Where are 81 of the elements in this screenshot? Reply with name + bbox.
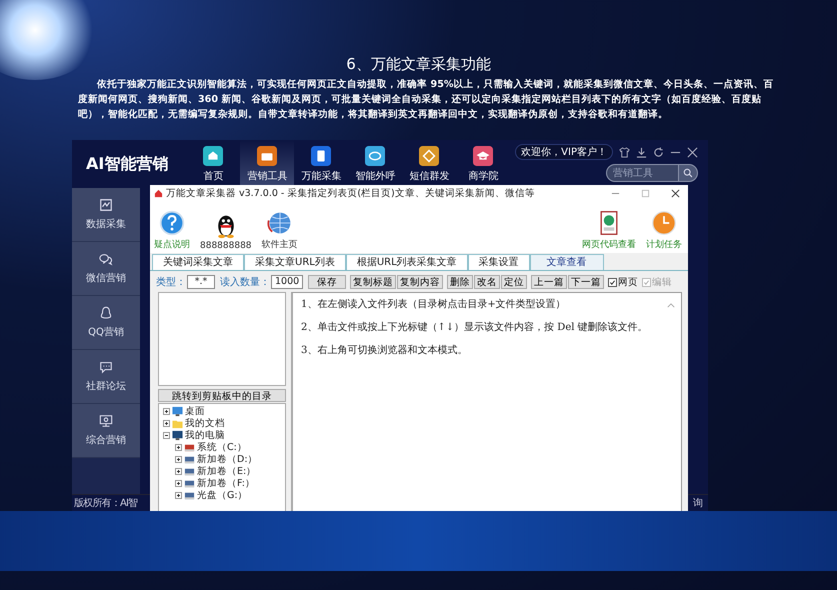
footer-text: 询 <box>692 497 702 510</box>
tree-item[interactable]: 新加卷（F:） <box>163 477 285 489</box>
toolbar-button[interactable]: 软件主页 <box>262 210 298 251</box>
tab[interactable]: 采集文章URL列表 <box>244 254 346 270</box>
expand-toggle[interactable] <box>163 432 170 438</box>
toolbar-button[interactable]: 改名 <box>474 275 500 289</box>
tree-item[interactable]: 光盘（G:） <box>163 489 285 501</box>
sidebar-icon <box>99 306 113 320</box>
expand-toggle[interactable] <box>175 480 182 486</box>
toolbar-button[interactable]: 上一篇 <box>531 275 568 289</box>
toolbar-button[interactable]: 疑点说明 <box>154 210 190 251</box>
sidebar-item[interactable]: 数据采集 <box>72 188 140 242</box>
sidebar-icon <box>99 360 113 374</box>
monitor-icon <box>172 406 183 416</box>
toolbar-button[interactable]: 复制内容 <box>397 275 444 289</box>
jump-button[interactable]: 跳转到剪贴板中的目录 <box>158 389 286 402</box>
toolbar-button[interactable]: 网页代码查看 <box>582 210 636 251</box>
sidebar-item[interactable]: 微信营销 <box>72 242 140 296</box>
expand-toggle[interactable] <box>175 456 182 462</box>
toolbar-button[interactable]: 定位 <box>501 275 528 289</box>
nav-tab[interactable]: 智能外呼 <box>348 140 402 188</box>
intro-paragraph: 依托于独家万能正文识别智能算法，可实现任何网页正文自动提取，准确率 95%以上，只需输入关键词，就能采集到微信文章、今日头条、一点资讯、百度新闻何网页、搜狗新闻、360 新闻、谷歌新闻及网页，可批量关键词全自动采集，还可以定向采集指定网站栏目列表下的所有文字（如百度经验、百度贴吧），智能化匹配，无需编写复杂规则。自带文章转译功能，将其翻译到英文再翻译回中文，实现翻译伪原创，支持谷歌和有道翻译。 <box>78 78 774 122</box>
tab[interactable]: 采集设置 <box>468 254 530 270</box>
toolbar-button[interactable]: 计划任务 <box>646 210 682 251</box>
tree-item[interactable]: 我的电脑 <box>163 429 285 441</box>
clock-icon <box>651 210 677 236</box>
expand-toggle[interactable] <box>175 444 182 450</box>
type-field[interactable]: *.* <box>187 275 215 289</box>
tree-item[interactable]: 新加卷（D:） <box>163 453 285 465</box>
globe-icon <box>266 210 293 236</box>
instruction-text: 2、单击文件或按上下光标键（↑↓）显示该文件内容，按 Del 键删除该文件。 <box>301 320 649 334</box>
help-icon <box>159 210 185 236</box>
expand-toggle[interactable] <box>175 468 182 474</box>
sidebar-item[interactable]: QQ营销 <box>72 296 140 350</box>
expand-toggle[interactable] <box>163 420 170 426</box>
expand-toggle[interactable] <box>175 492 182 498</box>
instruction-text: 1、在左侧读入文件列表（目录树点击目录+文件类型设置） <box>301 298 567 311</box>
copyright-text: 版权所有：AI智 <box>74 496 138 510</box>
tab[interactable]: 根据URL列表采集文章 <box>346 254 468 270</box>
sidebar-icon <box>99 252 113 266</box>
app-logo: AI智能营销 <box>86 154 168 174</box>
greeting-badge: 欢迎你，VIP客户！ <box>515 144 613 160</box>
tree-item[interactable]: 系统（C:） <box>163 441 285 453</box>
toolbar-button[interactable]: 保存 <box>308 275 346 289</box>
nav-tab[interactable]: 短信群发 <box>402 140 456 188</box>
caret-icon[interactable] <box>667 303 675 308</box>
count-label: 读入数量： <box>220 276 270 289</box>
sidebar-item[interactable]: 综合营销 <box>72 404 140 458</box>
section-heading: 6、万能文章采集功能 <box>346 55 491 74</box>
instruction-text: 3、右上角可切换浏览器和文本模式。 <box>301 344 468 357</box>
expand-toggle[interactable] <box>163 408 170 414</box>
tree-item[interactable]: 新加卷（E:） <box>163 465 285 477</box>
nav-tab[interactable]: 营销工具 <box>240 140 294 188</box>
checkbox[interactable]: 网页 <box>608 276 638 288</box>
tree-item[interactable]: 我的文档 <box>163 417 285 429</box>
search-icon[interactable] <box>678 164 698 182</box>
tab[interactable]: 文章查看 <box>530 254 604 270</box>
type-label: 类型： <box>156 276 186 289</box>
toolbar-button[interactable]: 888888888 <box>200 213 252 251</box>
nav-tab[interactable]: 首页 <box>186 140 240 188</box>
download-icon[interactable] <box>636 146 647 158</box>
refresh-icon[interactable] <box>653 146 664 158</box>
search-field[interactable]: 营销工具 <box>606 164 678 182</box>
nav-tab[interactable]: 商学院 <box>456 140 510 188</box>
sidebar-item[interactable]: 社群论坛 <box>72 350 140 404</box>
window-title: 万能文章采集器 v3.7.0.0 - 采集指定列表页(栏目页)文章、关键词采集新闻、微信等 <box>166 186 536 200</box>
tab[interactable]: 关键词采集文章 <box>152 254 244 270</box>
tree-item[interactable]: 桌面 <box>163 405 285 417</box>
toolbar-button[interactable]: 删除 <box>447 275 474 289</box>
nav-tab[interactable]: 万能采集 <box>294 140 348 188</box>
house-icon <box>154 188 163 198</box>
shirt-icon[interactable] <box>619 146 630 158</box>
checkbox-box[interactable] <box>608 278 618 286</box>
toolbar-button[interactable]: 复制标题 <box>350 275 396 289</box>
count-field[interactable]: 1000 <box>271 275 304 289</box>
sidebar-icon <box>99 414 113 428</box>
close-icon[interactable] <box>671 188 680 198</box>
sidebar-icon <box>99 198 113 212</box>
toolbar-button[interactable]: 下一篇 <box>568 275 604 289</box>
monitor-icon <box>172 430 183 440</box>
close-icon[interactable] <box>687 146 698 158</box>
